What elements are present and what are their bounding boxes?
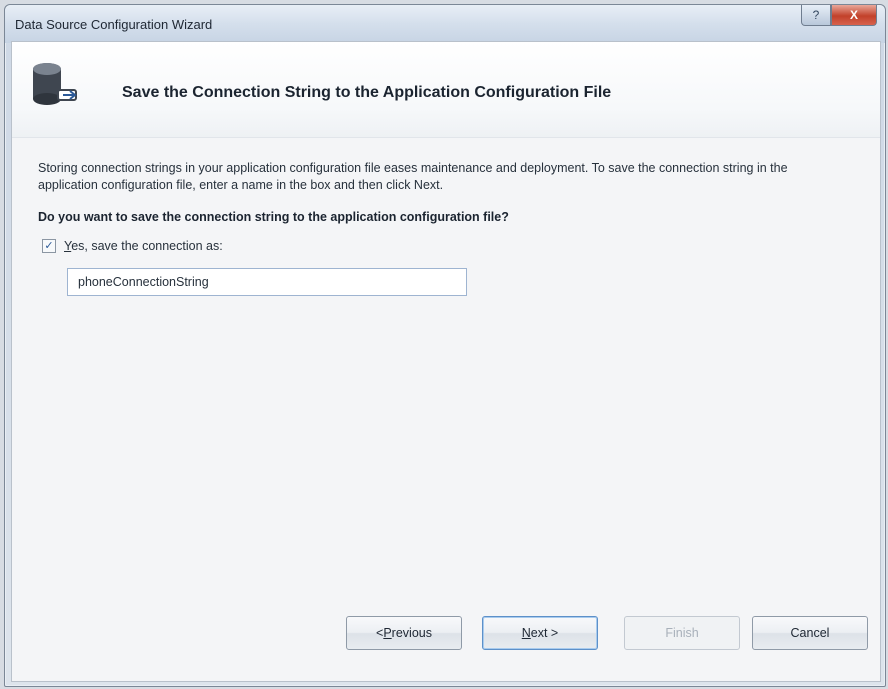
previous-button[interactable]: < Previous (346, 616, 462, 650)
help-icon: ? (812, 8, 820, 22)
title-bar-controls: ? X (801, 5, 877, 27)
description-text: Storing connection strings in your appli… (38, 161, 788, 192)
next-button[interactable]: Next > (482, 616, 598, 650)
wizard-window: Data Source Configuration Wizard ? X Sav… (4, 4, 886, 687)
connection-name-input[interactable] (67, 268, 467, 296)
wizard-content: Save the Connection String to the Applic… (11, 41, 881, 682)
question-text: Do you want to save the connection strin… (38, 210, 509, 224)
cancel-button[interactable]: Cancel (752, 616, 868, 650)
database-icon (33, 63, 77, 105)
window-title: Data Source Configuration Wizard (15, 17, 213, 32)
wizard-buttons: < Previous Next > Finish Cancel (12, 616, 880, 652)
finish-button[interactable]: Finish (624, 616, 740, 650)
close-icon: X (849, 8, 858, 22)
help-button[interactable]: ? (801, 5, 831, 26)
close-button[interactable]: X (831, 5, 877, 26)
save-connection-checkbox[interactable]: ✓ (42, 239, 56, 253)
save-connection-label[interactable]: Yes, save the connection as: (64, 239, 223, 253)
save-connection-option[interactable]: ✓ Yes, save the connection as: (42, 239, 223, 253)
page-title: Save the Connection String to the Applic… (122, 84, 612, 101)
wizard-header: Save the Connection String to the Applic… (12, 42, 880, 138)
title-bar[interactable]: Data Source Configuration Wizard ? X (5, 5, 885, 43)
